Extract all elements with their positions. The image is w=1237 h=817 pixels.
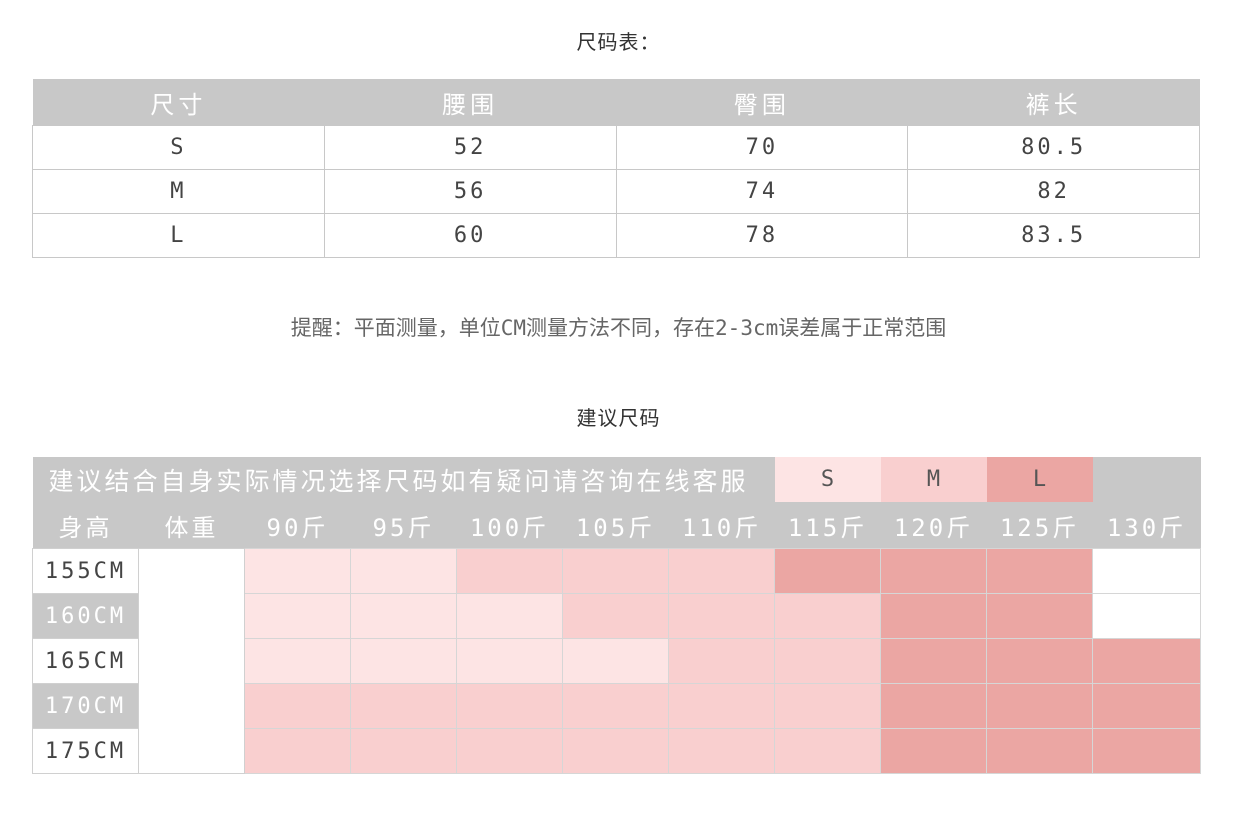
size-cell-s — [562, 638, 669, 684]
weight-115: 115斤 — [774, 502, 881, 549]
size-cell-m — [456, 728, 563, 774]
advice-row: 建议结合自身实际情况选择尺码如有疑问请咨询在线客服 S M L — [32, 457, 1201, 502]
legend-gap — [1092, 457, 1201, 502]
weight-130: 130斤 — [1092, 502, 1201, 549]
size-cell-l — [986, 593, 1094, 639]
measurement-note: 提醒：平面测量，单位CM测量方法不同，存在2-3cm误差属于正常范围 — [290, 316, 947, 340]
weight-125: 125斤 — [986, 502, 1093, 549]
recommend-table: 建议结合自身实际情况选择尺码如有疑问请咨询在线客服 S M L 身高 体重 90… — [32, 457, 1202, 774]
cell-size: L — [32, 213, 325, 258]
size-cell-l — [880, 593, 988, 639]
cell-hip: 78 — [615, 213, 909, 258]
weight-95: 95斤 — [350, 502, 457, 549]
size-cell-l — [986, 638, 1094, 684]
size-cell-m — [350, 683, 457, 729]
height-header: 身高 — [32, 502, 139, 549]
size-cell-m — [562, 683, 669, 729]
cell-size: S — [32, 125, 325, 170]
size-cell-m — [244, 728, 351, 774]
weight-105: 105斤 — [562, 502, 669, 549]
size-cell-m — [350, 728, 457, 774]
size-cell-l — [1092, 638, 1202, 684]
size-cell-s — [456, 638, 563, 684]
legend-l: L — [986, 457, 1093, 502]
cell-waist: 56 — [323, 169, 617, 214]
cell-waist: 52 — [323, 125, 617, 170]
size-cell-m — [456, 683, 563, 729]
size-cell-m — [667, 728, 776, 774]
table-row: M 56 74 82 — [32, 169, 1200, 214]
cell-length: 80.5 — [907, 125, 1200, 170]
size-cell-m — [562, 593, 669, 639]
size-cell-s — [244, 548, 351, 594]
height-cell: 175CM — [32, 728, 139, 774]
size-cell-m — [774, 728, 882, 774]
weight-100: 100斤 — [456, 502, 563, 549]
size-chart-header-row: 尺寸 腰围 臀围 裤长 — [32, 79, 1200, 126]
height-cell: 165CM — [32, 638, 139, 684]
cell-length: 83.5 — [907, 213, 1200, 258]
size-cell-m — [667, 593, 776, 639]
size-cell-s — [244, 638, 351, 684]
size-cell-l — [880, 638, 988, 684]
weight-header: 体重 — [138, 502, 245, 549]
cell-hip: 74 — [615, 169, 909, 214]
size-chart-title: 尺码表： — [576, 30, 661, 54]
size-cell-m — [562, 548, 669, 594]
size-cell-l — [986, 548, 1094, 594]
height-cell: 160CM — [32, 593, 139, 639]
size-cell-empty — [1092, 593, 1202, 639]
size-cell-m — [774, 593, 882, 639]
header-waist: 腰围 — [324, 79, 616, 126]
table-row: L 60 78 83.5 — [32, 213, 1200, 258]
size-cell-l — [774, 548, 882, 594]
size-cell-l — [1092, 683, 1202, 729]
header-length: 裤长 — [907, 79, 1200, 126]
size-cell-l — [880, 548, 988, 594]
size-cell-m — [667, 548, 776, 594]
size-cell-m — [774, 638, 882, 684]
size-cell-m — [456, 548, 563, 594]
size-cell-m — [667, 683, 776, 729]
size-cell-s — [350, 548, 457, 594]
size-cell-s — [456, 593, 563, 639]
weight-110: 110斤 — [668, 502, 775, 549]
cell-waist: 60 — [323, 213, 617, 258]
size-cell-s — [350, 638, 457, 684]
size-cell-l — [986, 728, 1094, 774]
size-cell-l — [986, 683, 1094, 729]
cell-hip: 70 — [615, 125, 909, 170]
weight-header-row: 身高 体重 90斤 95斤 100斤 105斤 110斤 115斤 120斤 1… — [32, 502, 1201, 549]
size-cell-l — [1092, 728, 1202, 774]
size-cell-s — [350, 593, 457, 639]
weight-120: 120斤 — [880, 502, 987, 549]
height-cell: 155CM — [32, 548, 139, 594]
cell-size: M — [32, 169, 325, 214]
size-chart-table: 尺寸 腰围 臀围 裤长 S 52 70 80.5 M 56 74 82 L 60… — [32, 79, 1200, 258]
size-cell-s — [244, 593, 351, 639]
size-cell-l — [880, 728, 988, 774]
size-cell-m — [667, 638, 776, 684]
legend-s: S — [774, 457, 881, 502]
weight-blank-cell — [138, 548, 245, 774]
legend-m: M — [880, 457, 987, 502]
size-cell-m — [244, 683, 351, 729]
cell-length: 82 — [907, 169, 1200, 214]
header-size: 尺寸 — [32, 79, 325, 126]
weight-90: 90斤 — [244, 502, 351, 549]
size-cell-empty — [1092, 548, 1202, 594]
table-row: S 52 70 80.5 — [32, 125, 1200, 170]
table-row: 155CM — [32, 548, 1202, 774]
recommend-title: 建议尺码 — [576, 406, 661, 430]
advice-text: 建议结合自身实际情况选择尺码如有疑问请咨询在线客服 — [32, 457, 775, 502]
size-cell-l — [880, 683, 988, 729]
size-cell-m — [562, 728, 669, 774]
header-hip: 臀围 — [616, 79, 908, 126]
height-cell: 170CM — [32, 683, 139, 729]
size-cell-m — [774, 683, 882, 729]
